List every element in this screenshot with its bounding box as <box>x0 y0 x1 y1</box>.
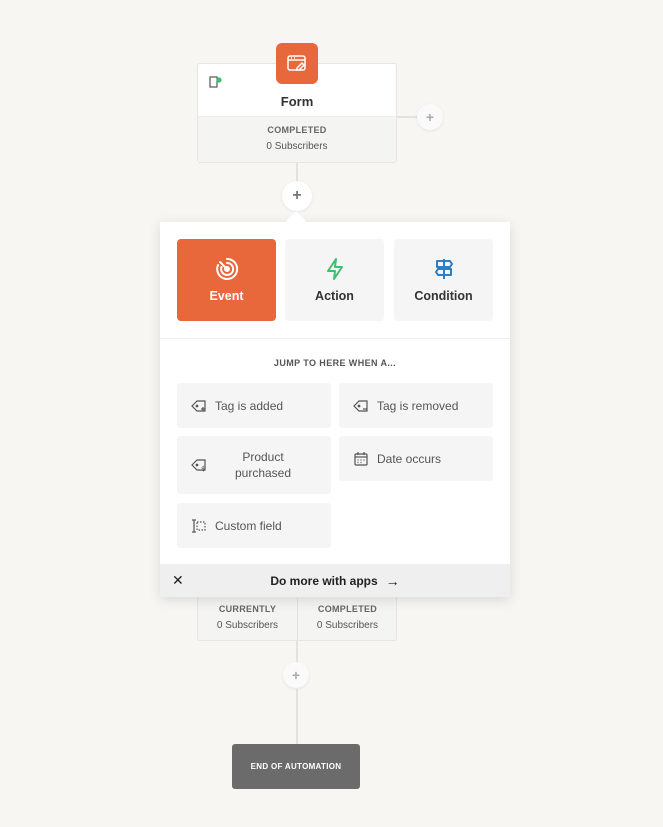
action-type-label: Action <box>315 289 354 303</box>
tag-plus-icon <box>191 398 207 414</box>
option-label: Tag is added <box>215 398 284 413</box>
calendar-icon <box>353 451 369 467</box>
form-badge[interactable] <box>276 43 318 84</box>
browser-edit-icon <box>287 54 306 71</box>
currently-value: 0 Subscribers <box>216 620 279 631</box>
step-stats-node[interactable]: CURRENTLY 0 Subscribers COMPLETED 0 Subs… <box>197 591 397 642</box>
form-status-icon <box>209 75 223 93</box>
do-more-with-apps-button[interactable]: ✕ Do more with apps → <box>160 564 510 597</box>
condition-type-button[interactable]: Condition <box>394 239 493 321</box>
add-branch-button[interactable]: + <box>417 104 443 130</box>
close-icon[interactable]: ✕ <box>172 572 184 589</box>
event-type-label: Event <box>209 289 244 303</box>
connector-line-branch <box>397 116 417 118</box>
form-node-stats: COMPLETED 0 Subscribers <box>198 116 396 162</box>
plus-icon: + <box>291 667 301 683</box>
form-completed-value: 0 Subscribers <box>266 141 328 152</box>
option-date-occurs[interactable]: Date occurs <box>339 436 493 481</box>
connector-line-bottom <box>296 689 298 744</box>
panel-divider <box>160 338 510 339</box>
currently-label: CURRENTLY <box>218 604 277 614</box>
option-tag-removed[interactable]: Tag is removed <box>339 383 493 428</box>
add-step-panel: Event Action Condition JUMP TO HERE WHEN… <box>160 222 510 597</box>
end-of-automation: END OF AUTOMATION <box>232 744 360 789</box>
condition-type-label: Condition <box>414 289 473 303</box>
add-step-button-lower[interactable]: + <box>283 662 309 688</box>
option-label: Date occurs <box>377 451 442 466</box>
option-label: Custom field <box>215 518 282 533</box>
form-node-title: Form <box>280 94 314 109</box>
completed-stat: COMPLETED 0 Subscribers <box>298 592 397 642</box>
plus-icon: + <box>292 187 302 204</box>
tag-dollar-icon: $ <box>191 457 207 473</box>
lightning-icon <box>326 258 343 280</box>
option-custom-field[interactable]: Custom field <box>177 503 331 548</box>
signpost-icon <box>434 259 453 279</box>
plus-icon: + <box>425 109 435 125</box>
option-product-purchased[interactable]: $ Product purchased <box>177 436 331 494</box>
completed-label: COMPLETED <box>317 604 378 614</box>
text-field-icon <box>191 518 207 534</box>
tag-minus-icon <box>353 398 369 414</box>
completed-value: 0 Subscribers <box>316 620 379 631</box>
arrow-right-icon: → <box>385 572 400 589</box>
svg-text:$: $ <box>201 465 205 473</box>
option-label: Product purchased <box>234 450 292 480</box>
event-type-button[interactable]: Event <box>177 239 276 321</box>
jump-title: JUMP TO HERE WHEN A... <box>273 358 397 368</box>
option-tag-added[interactable]: Tag is added <box>177 383 331 428</box>
action-type-button[interactable]: Action <box>285 239 384 321</box>
currently-stat: CURRENTLY 0 Subscribers <box>198 592 297 642</box>
form-completed-label: COMPLETED <box>267 125 327 135</box>
add-step-button[interactable]: + <box>282 181 312 211</box>
target-icon <box>215 257 238 280</box>
option-label: Tag is removed <box>377 398 459 413</box>
do-more-label: Do more with apps <box>270 573 378 588</box>
